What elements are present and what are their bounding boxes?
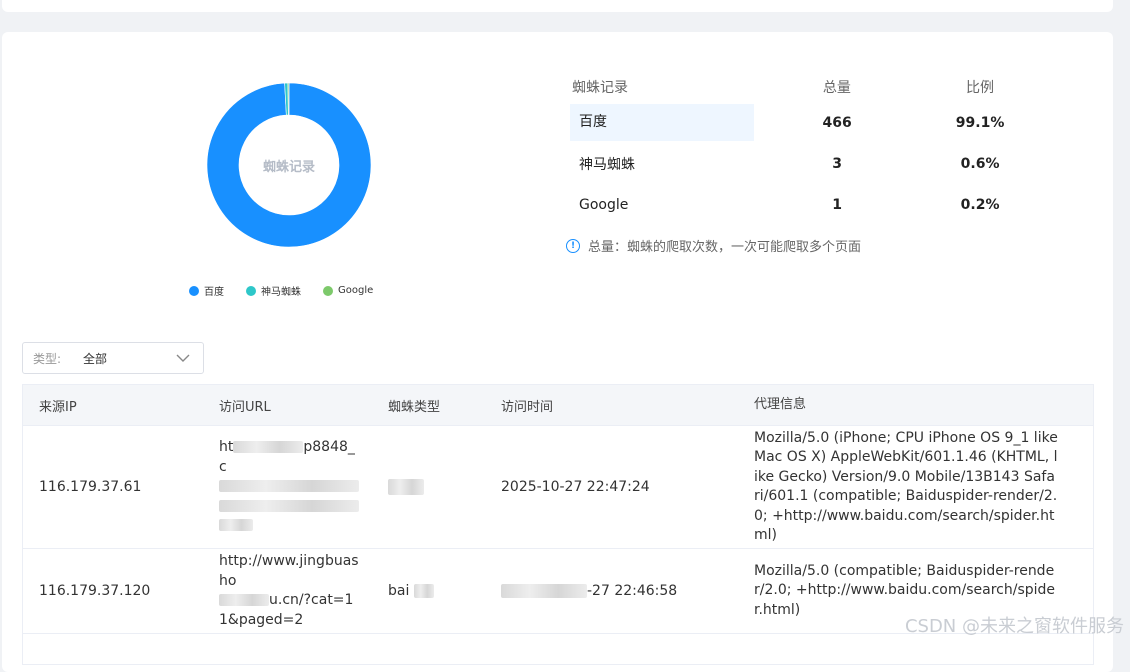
- cell-time: -27 22:46:58: [501, 583, 754, 599]
- redaction-blur: [219, 480, 359, 493]
- legend-item[interactable]: 百度: [189, 283, 224, 298]
- header-ua: 代理信息: [754, 397, 807, 413]
- spider-donut-chart: 蜘蛛记录: [206, 82, 372, 248]
- stats-header-total: 总量: [822, 80, 851, 96]
- watermark: CSDN @未来之窗软件服务: [904, 616, 1124, 637]
- legend-item[interactable]: Google: [323, 285, 373, 296]
- info-icon: !: [566, 238, 580, 253]
- url-visible-part: http://www.jingbuasho: [219, 553, 359, 589]
- donut-center-label: 蜘蛛记录: [262, 159, 315, 175]
- cell-ip: 116.179.37.61: [39, 479, 142, 495]
- cell-ua: Mozilla/5.0 (iPhone; CPU iPhone OS 9_1 l…: [754, 429, 1058, 544]
- spider-stats-table: 蜘蛛记录 总量 比例 百度 466 99.1% 神马蜘蛛 3 0.6% Goog…: [570, 70, 1040, 227]
- cell-type: bai: [388, 583, 501, 599]
- legend-label: 百度: [204, 287, 224, 298]
- top-card: [2, 0, 1113, 12]
- cell-ip: 116.179.37.120: [39, 583, 151, 599]
- legend-label: 神马蜘蛛: [261, 287, 301, 298]
- redaction-blur: [219, 594, 269, 606]
- stats-row-google[interactable]: Google 1 0.2%: [570, 186, 1040, 223]
- redaction-blur: [219, 519, 253, 532]
- stats-row-shenma[interactable]: 神马蜘蛛 3 0.6%: [570, 145, 1040, 182]
- stats-ratio: 0.6%: [960, 155, 1000, 172]
- time-text: -27 22:46:58: [587, 583, 678, 599]
- cell-url: ht p8848_c: [219, 438, 388, 536]
- legend-dot: [189, 285, 199, 296]
- cell-type: [388, 479, 501, 495]
- header-url: 访问URL: [219, 399, 271, 415]
- stats-total: 3: [832, 155, 843, 172]
- stats-header-ratio: 比例: [966, 80, 994, 96]
- cell-time: 2025-10-27 22:47:24: [501, 479, 650, 495]
- header-ip: 来源IP: [39, 399, 77, 415]
- legend-item[interactable]: 神马蜘蛛: [246, 283, 301, 298]
- header-type: 蜘蛛类型: [388, 399, 441, 415]
- table-row: [23, 634, 1093, 665]
- stats-ratio: 99.1%: [955, 114, 1005, 131]
- legend-dot: [246, 285, 256, 296]
- type-text: bai: [388, 583, 410, 599]
- redaction-blur: [388, 479, 424, 495]
- stats-name: Google: [579, 196, 629, 213]
- stats-note: ! 总量：蜘蛛的爬取次数，一次可能爬取多个页面: [566, 236, 861, 255]
- legend-dot: [323, 285, 333, 296]
- legend-label: Google: [338, 285, 374, 296]
- table-row: 116.179.37.61 ht p8848_c 2025-10-27 22:47…: [23, 426, 1093, 549]
- type-filter-select[interactable]: 类型: 全部: [22, 342, 204, 374]
- filter-label: 类型:: [33, 351, 62, 366]
- stats-name: 神马蜘蛛: [579, 156, 635, 173]
- url-link[interactable]: http://www.jingbuasho u.cn/?cat=11&paged…: [219, 552, 359, 630]
- cell-url: http://www.jingbuasho u.cn/?cat=11&paged…: [219, 552, 388, 630]
- url-visible-part: ht: [219, 439, 234, 456]
- filter-value: 全部: [83, 351, 108, 366]
- stats-total: 1: [832, 196, 843, 213]
- stats-row-baidu[interactable]: 百度 466 99.1%: [570, 104, 1040, 141]
- chevron-down-icon: [176, 354, 190, 362]
- chart-legend: 百度 神马蜘蛛 Google: [189, 283, 395, 298]
- stats-header: 蜘蛛记录 总量 比例: [570, 70, 1040, 104]
- url-link[interactable]: ht p8848_c: [219, 438, 359, 536]
- redaction-blur: [413, 584, 434, 598]
- header-time: 访问时间: [501, 399, 554, 415]
- redaction-blur: [219, 499, 359, 512]
- table-header: 来源IP 访问URL 蜘蛛类型 访问时间 代理信息: [23, 385, 1093, 426]
- redaction-blur: [233, 441, 304, 454]
- stats-ratio: 0.2%: [960, 196, 1000, 213]
- stats-header-name: 蜘蛛记录: [572, 80, 628, 96]
- note-text: 总量：蜘蛛的爬取次数，一次可能爬取多个页面: [588, 240, 862, 255]
- stats-name: 百度: [570, 104, 755, 141]
- redaction-blur: [501, 584, 587, 598]
- stats-total: 466: [822, 114, 852, 131]
